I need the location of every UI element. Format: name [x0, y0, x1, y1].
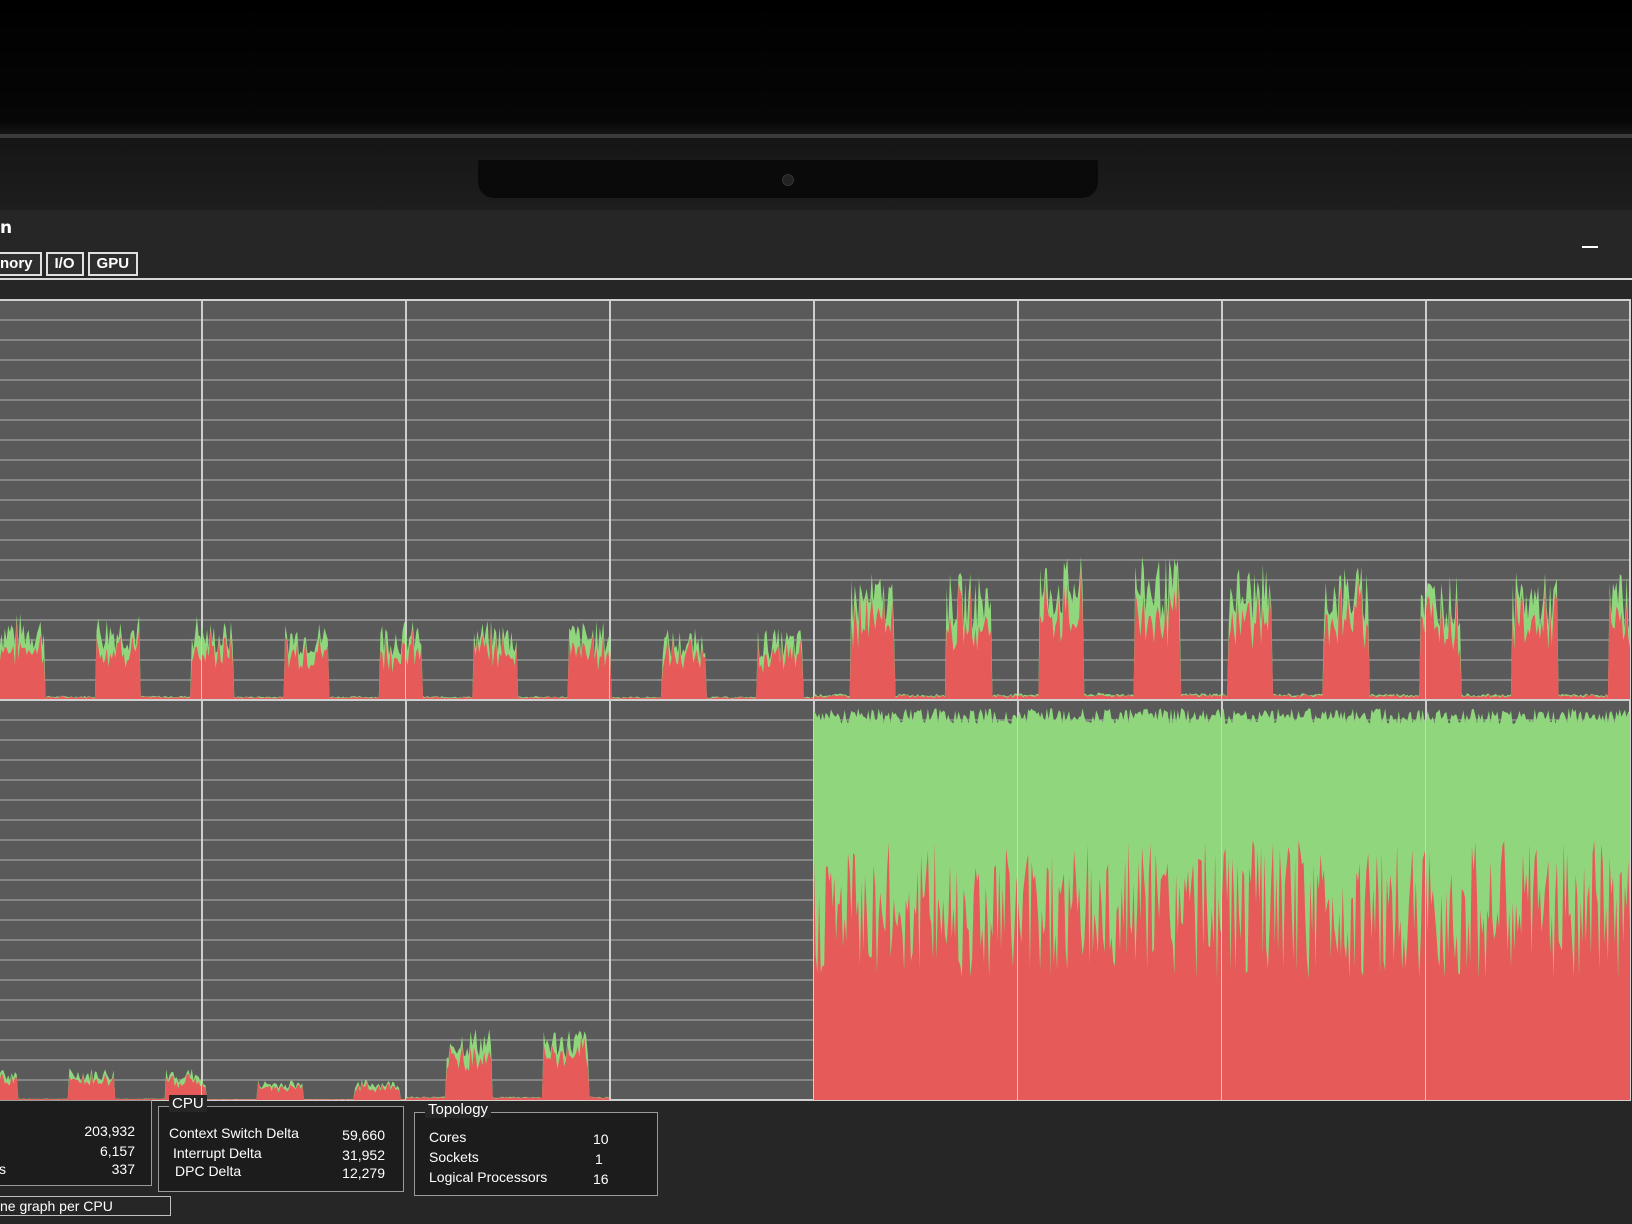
bezel-edge [0, 134, 1632, 138]
topology-row-value: 10 [593, 1131, 609, 1147]
left-stat-value: 203,932 [84, 1123, 135, 1139]
tab-separator [0, 278, 1632, 280]
cpu-graph [0, 299, 203, 701]
topology-row-value: 16 [593, 1171, 609, 1187]
cpu-graph [0, 699, 203, 1101]
cpu-row-label: DPC Delta [175, 1163, 242, 1179]
cpu-graph [201, 299, 407, 701]
cpu-box-title: CPU [169, 1095, 207, 1112]
topology-row-label: Logical Processors [429, 1169, 548, 1185]
cpu-graph [1425, 299, 1631, 701]
tab-gpu[interactable]: GPU [87, 252, 139, 276]
cpu-graph [1425, 699, 1631, 1101]
topology-row-label: Cores [429, 1129, 467, 1145]
left-stat-value: 337 [111, 1161, 135, 1177]
cpu-graph [1221, 699, 1427, 1101]
cpu-graph [609, 299, 815, 701]
topology-row-value: 1 [595, 1151, 603, 1167]
tab-io[interactable]: I/O [45, 252, 84, 276]
cpu-graph [813, 299, 1019, 701]
one-graph-per-cpu-checkbox[interactable]: ne graph per CPU [0, 1196, 171, 1216]
cpu-graph [405, 299, 611, 701]
cpu-stats-box: CPU Context Switch Delta 59,660 Interrup… [158, 1095, 404, 1192]
tab-bar: nory I/O GPU [0, 252, 139, 276]
tab-memory[interactable]: nory [0, 252, 42, 276]
topology-row-label: Sockets [429, 1149, 479, 1165]
cpu-graph [1017, 299, 1223, 701]
laptop-bezel [0, 0, 1632, 215]
cpu-graph [1221, 299, 1427, 701]
camera-notch [478, 160, 1098, 198]
minimize-button[interactable] [1582, 246, 1598, 248]
cpu-row-label: Interrupt Delta [173, 1145, 262, 1161]
cpu-row-value: 59,660 [342, 1127, 385, 1143]
cpu-row-label: Context Switch Delta [169, 1125, 299, 1141]
left-stat-value: 6,157 [99, 1143, 135, 1159]
cpu-graph [1017, 699, 1223, 1101]
topology-box: Topology Cores 10 Sockets 1 Logical Proc… [414, 1101, 658, 1196]
cpu-graphs [0, 299, 1631, 1101]
cpu-row-value: 12,279 [342, 1165, 385, 1181]
window-title: n [0, 218, 13, 238]
left-stat-label: s [0, 1161, 6, 1177]
topology-box-title: Topology [425, 1101, 492, 1118]
cpu-graph [405, 699, 611, 1101]
webcam-icon [782, 174, 794, 186]
cpu-row-value: 31,952 [342, 1147, 385, 1163]
cpu-graph [813, 699, 1019, 1101]
cpu-graph [201, 699, 407, 1101]
cpu-graph [609, 699, 815, 1101]
left-stats-box: 203,932 6,157 s 337 [0, 1100, 152, 1186]
